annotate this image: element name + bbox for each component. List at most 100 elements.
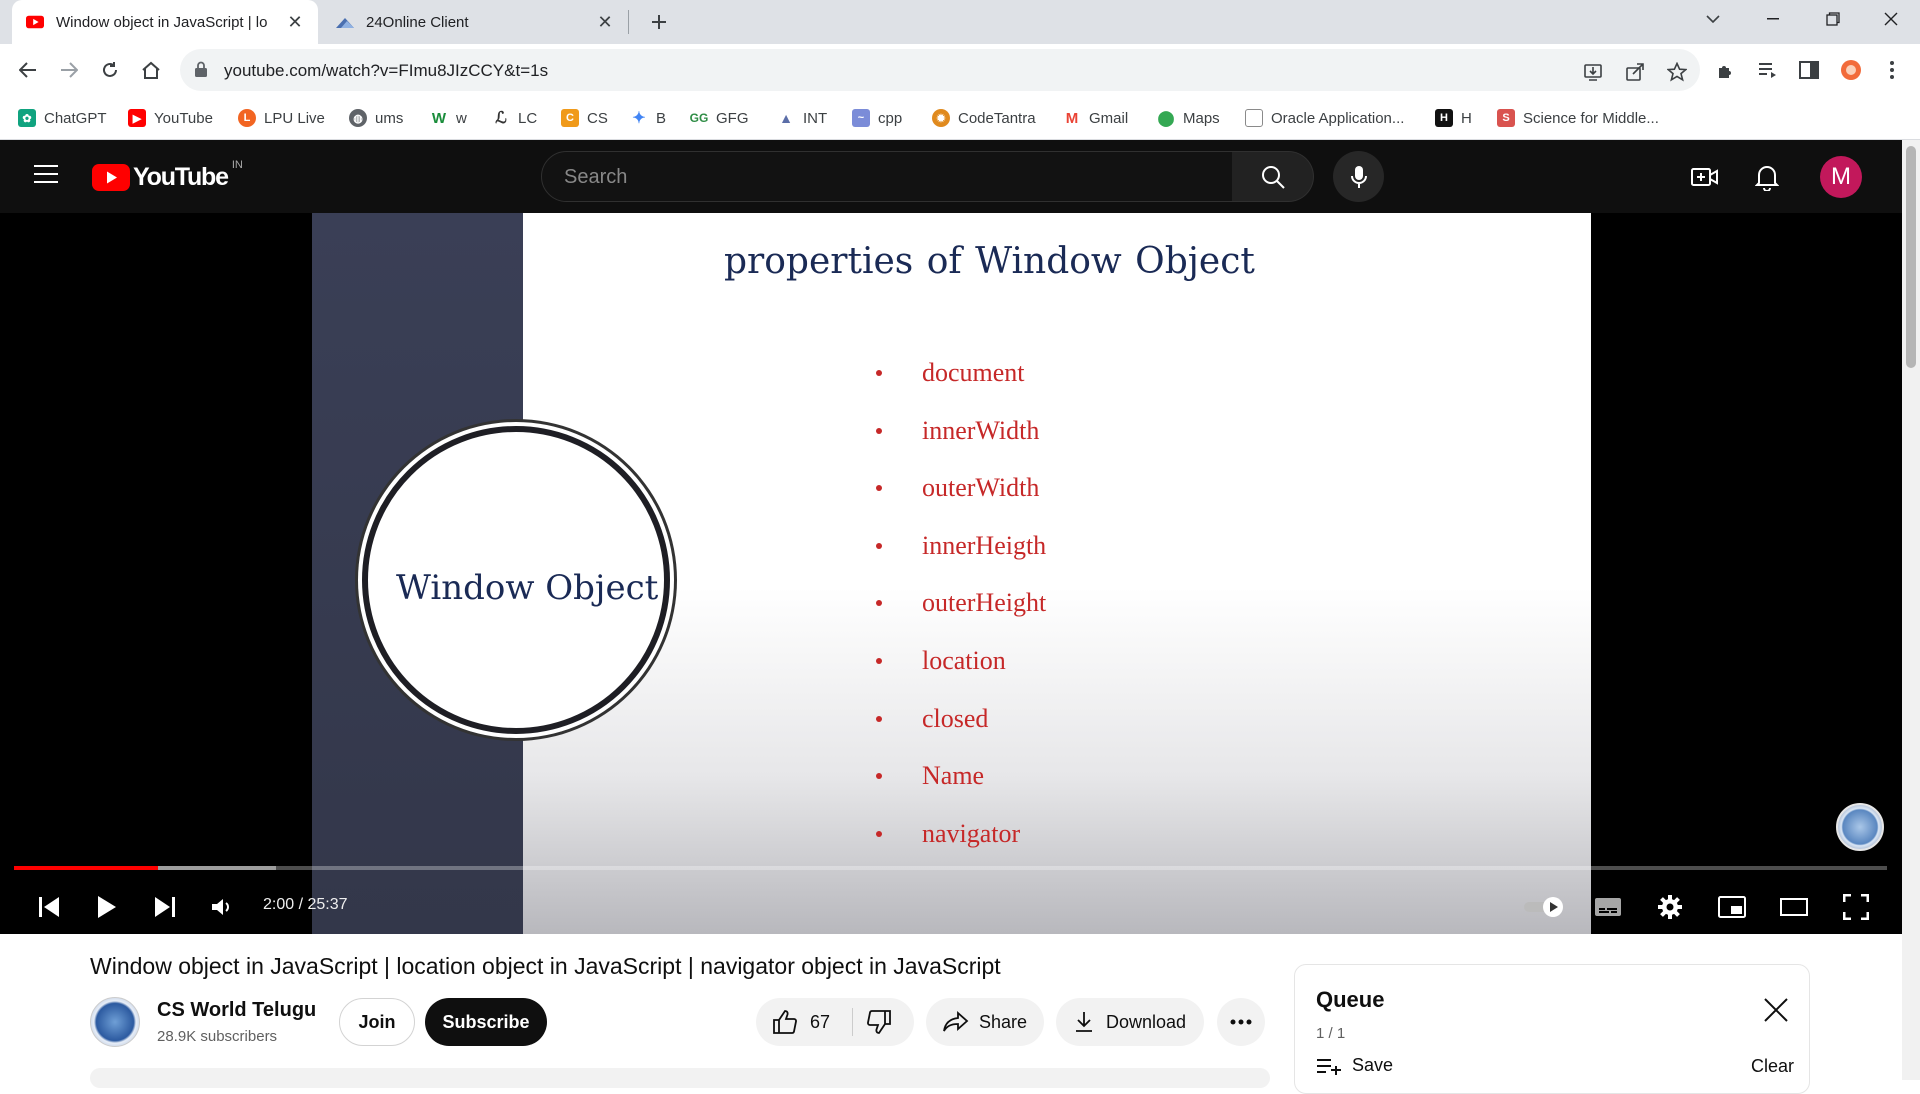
bookmark-b[interactable]: ✦ B [630,106,666,130]
bookmark-star-icon[interactable] [1666,61,1688,83]
avatar-letter: M [1831,163,1851,190]
close-window-button[interactable] [1868,0,1914,38]
create-video-button[interactable] [1690,162,1720,192]
more-actions-button[interactable] [1217,998,1265,1046]
bookmark-label: ChatGPT [44,109,107,127]
profile-icon[interactable] [1839,58,1863,82]
description-box[interactable] [90,1068,1270,1088]
close-tab-icon[interactable]: ✕ [286,12,304,33]
miniplayer-button[interactable] [1714,889,1750,925]
settings-button[interactable] [1652,889,1688,925]
bookmark-gmail[interactable]: M Gmail [1063,106,1128,130]
bookmarks-bar: ✿ ChatGPT ▶ YouTube L LPU Live ◍ ums Ww ℒ LC … [0,96,1920,140]
playlist-add-icon [1317,1058,1341,1075]
close-icon [1764,998,1788,1022]
video-player[interactable]: properties of Window Object document inne… [0,213,1902,934]
channel-avatar[interactable] [90,997,140,1047]
bookmark-maps[interactable]: ⬤ Maps [1157,106,1220,130]
queue-save-button[interactable]: Save [1316,1055,1393,1076]
bookmark-cpp[interactable]: ~ cpp [852,106,902,130]
bookmark-lc[interactable]: ℒ LC [492,106,537,130]
tab-24online[interactable]: 24Online Client ✕ [322,0,628,44]
arrow-right-icon [61,62,78,78]
more-horizontal-icon [1230,1019,1252,1025]
account-avatar[interactable]: M [1820,156,1862,198]
bookmark-label: B [656,109,667,127]
close-queue-button[interactable] [1763,997,1789,1028]
side-panel-icon[interactable] [1797,58,1821,82]
share-button[interactable]: Share [926,998,1044,1046]
join-button[interactable]: Join [339,998,415,1046]
bookmark-int[interactable]: ▲ INT [777,106,827,130]
subscribe-button[interactable]: Subscribe [425,998,547,1046]
autoplay-toggle[interactable] [1522,889,1566,925]
mute-button[interactable] [204,889,240,925]
bookmark-youtube[interactable]: ▶ YouTube [128,106,213,130]
scrollbar-thumb[interactable] [1906,146,1916,368]
search-input[interactable]: Search [541,151,1233,202]
queue-save-label: Save [1352,1055,1394,1075]
subtitles-button[interactable] [1590,889,1626,925]
slide-bullet-item: location [876,646,1006,676]
forward-button[interactable] [55,56,83,84]
fullscreen-button[interactable] [1838,889,1874,925]
bookmark-codetantra[interactable]: ✹ CodeTantra [932,106,1036,130]
theater-mode-button[interactable] [1776,889,1812,925]
restore-button[interactable] [1810,0,1856,38]
install-app-icon[interactable] [1582,61,1604,83]
tab-youtube-video[interactable]: Window object in JavaScript | lo ✕ [12,0,318,44]
bookmark-label: CodeTantra [958,109,1036,127]
reading-list-icon[interactable] [1755,58,1779,82]
menu-icon[interactable] [1880,58,1904,82]
download-button[interactable]: Download [1056,998,1204,1046]
close-tab-icon[interactable]: ✕ [596,12,614,33]
play-button[interactable] [89,889,125,925]
youtube-logo[interactable]: YouTube IN [92,159,243,191]
region-code: IN [231,159,243,171]
youtube-icon: ▶ [128,109,146,127]
like-dislike-group: 67 [756,998,914,1046]
progress-bar[interactable] [14,866,1887,870]
volume-icon [212,899,229,915]
bookmark-label: cpp [878,109,903,127]
bookmark-h[interactable]: HH [1435,106,1472,130]
bookmark-ums[interactable]: ◍ ums [349,106,403,130]
bookmark-science[interactable]: S Science for Middle... [1497,106,1659,130]
dislike-button[interactable] [866,1010,892,1039]
slide-bullet-item: navigator [876,819,1020,849]
share-page-icon[interactable] [1624,61,1646,83]
extensions-icon[interactable] [1714,58,1738,82]
address-bar[interactable]: youtube.com/watch?v=FImu8JIzCCY&t=1s [180,49,1700,91]
previous-button[interactable] [31,889,67,925]
queue-title: Queue [1316,987,1385,1012]
bookmark-gfg[interactable]: GG GFG [690,106,749,130]
bookmark-lpu-live[interactable]: L LPU Live [238,106,325,130]
bookmark-cs[interactable]: C CS [561,106,608,130]
reload-button[interactable] [96,56,124,84]
new-tab-button[interactable] [645,8,673,36]
codetantra-icon: ✹ [932,109,950,127]
channel-name[interactable]: CS World Telugu [157,999,316,1022]
voice-search-button[interactable] [1333,151,1384,202]
notifications-button[interactable] [1752,162,1782,192]
next-button[interactable] [147,889,183,925]
bookmark-w[interactable]: Ww [430,106,467,130]
minimize-button[interactable] [1750,0,1796,38]
page-scrollbar[interactable] [1902,140,1920,1080]
search-button[interactable] [1232,151,1314,202]
tab-strip: Window object in JavaScript | lo ✕ 24Onl… [0,0,1920,44]
queue-clear-button[interactable]: Clear [1751,1056,1794,1077]
bookmark-chatgpt[interactable]: ✿ ChatGPT [18,106,107,130]
theater-icon [1780,898,1808,916]
channel-watermark[interactable] [1836,803,1884,851]
time-display: 2:00 / 25:37 [263,896,348,913]
create-video-icon [1691,168,1718,186]
bookmark-label: INT [803,109,828,127]
home-button[interactable] [137,56,165,84]
bookmark-oracle[interactable]: Oracle Application... [1245,106,1404,130]
reload-icon [103,62,117,77]
like-button[interactable]: 67 [772,1010,830,1034]
hamburger-menu-icon[interactable] [33,164,59,188]
tab-search-button[interactable] [1690,0,1736,38]
back-button[interactable] [14,56,42,84]
